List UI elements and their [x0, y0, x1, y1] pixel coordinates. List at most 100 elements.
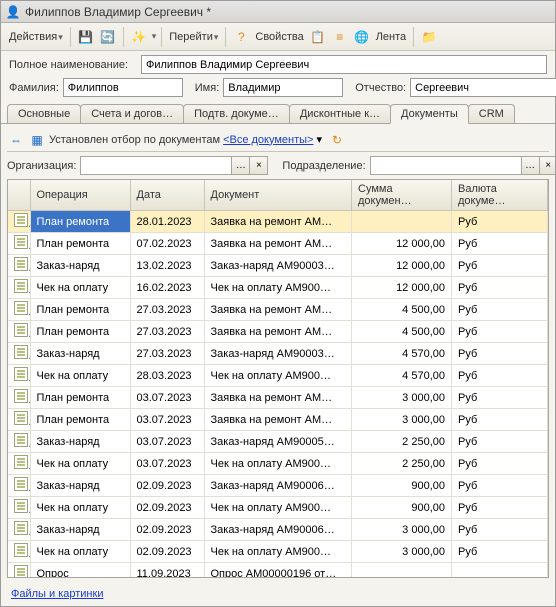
cell-currency: Руб: [452, 453, 548, 475]
cell-operation: Чек на оплату: [30, 453, 130, 475]
table-row[interactable]: Заказ-наряд02.09.2023Заказ-наряд АМ90006…: [8, 475, 548, 497]
org-clear-button[interactable]: ×: [250, 156, 268, 175]
table-row[interactable]: Заказ-наряд03.07.2023Заказ-наряд АМ90005…: [8, 431, 548, 453]
filter-scope[interactable]: <Все документы>: [223, 134, 313, 146]
cell-currency: Руб: [452, 277, 548, 299]
document-icon: [14, 345, 28, 359]
cell-date: 27.03.2023: [130, 321, 204, 343]
feed-button[interactable]: Лента: [374, 29, 408, 45]
table-row[interactable]: Чек на оплату02.09.2023Чек на оплату АМ9…: [8, 497, 548, 519]
cell-currency: Руб: [452, 497, 548, 519]
cell-date: 27.03.2023: [130, 343, 204, 365]
properties-button[interactable]: Свойства: [253, 29, 305, 45]
table-row[interactable]: Заказ-наряд27.03.2023Заказ-наряд АМ90003…: [8, 343, 548, 365]
org-label: Организация:: [7, 160, 76, 172]
org-input[interactable]: [80, 156, 232, 175]
dep-pick-button[interactable]: …: [522, 156, 540, 175]
cell-operation: Чек на оплату: [30, 541, 130, 563]
fullname-input[interactable]: [141, 55, 547, 74]
toolbar-sep: [225, 27, 226, 47]
dep-clear-button[interactable]: ×: [540, 156, 555, 175]
cell-sum: 4 570,00: [352, 343, 452, 365]
cell-document: Чек на оплату АМ900…: [204, 365, 352, 387]
documents-grid[interactable]: Операция Дата Документ Сумма докумен… Ва…: [8, 180, 548, 577]
table-row[interactable]: План ремонта03.07.2023Заявка на ремонт А…: [8, 387, 548, 409]
lines-icon[interactable]: ≡: [331, 28, 349, 46]
table-row[interactable]: Опрос11.09.2023Опрос АМ00000196 от…: [8, 563, 548, 578]
tab-documents[interactable]: Документы: [390, 104, 469, 124]
cell-currency: Руб: [452, 387, 548, 409]
firstname-input[interactable]: [223, 78, 343, 97]
chevron-down-icon[interactable]: ▾: [152, 31, 157, 42]
cell-currency: Руб: [452, 321, 548, 343]
table-row[interactable]: План ремонта03.07.2023Заявка на ремонт А…: [8, 409, 548, 431]
cell-date: 16.02.2023: [130, 277, 204, 299]
chevron-down-icon[interactable]: ▾: [316, 133, 322, 146]
table-row[interactable]: Чек на оплату16.02.2023Чек на оплату АМ9…: [8, 277, 548, 299]
col-header-icon[interactable]: [8, 180, 30, 211]
refresh-icon[interactable]: 🔄: [99, 28, 117, 46]
tab-accounts[interactable]: Счета и догов…: [80, 104, 184, 124]
cell-date: 28.03.2023: [130, 365, 204, 387]
toolbar-sep: [123, 27, 124, 47]
row-icon-cell: [8, 365, 30, 387]
row-icon-cell: [8, 409, 30, 431]
cell-operation: Чек на оплату: [30, 277, 130, 299]
cell-sum: 3 000,00: [352, 409, 452, 431]
lastname-input[interactable]: [63, 78, 183, 97]
files-link[interactable]: Файлы и картинки: [11, 588, 103, 600]
filter-icon[interactable]: ▦: [28, 131, 46, 149]
cell-document: Заказ-наряд АМ90006…: [204, 475, 352, 497]
goto-menu[interactable]: Перейти▾: [167, 29, 220, 45]
help-icon[interactable]: ?: [232, 28, 250, 46]
window: 👤 Филиппов Владимир Сергеевич * Действия…: [0, 0, 556, 607]
list-icon[interactable]: 📋: [309, 28, 327, 46]
cell-date: 03.07.2023: [130, 387, 204, 409]
cell-document: Заявка на ремонт АМ…: [204, 387, 352, 409]
folder-icon[interactable]: 📁: [420, 28, 438, 46]
table-row[interactable]: План ремонта27.03.2023Заявка на ремонт А…: [8, 299, 548, 321]
firstname-label: Имя:: [195, 82, 219, 94]
col-header-currency[interactable]: Валюта докуме…: [452, 180, 548, 211]
col-header-document[interactable]: Документ: [204, 180, 352, 211]
wizard-icon[interactable]: ✨: [130, 28, 148, 46]
col-header-operation[interactable]: Операция: [30, 180, 130, 211]
cell-sum: 3 000,00: [352, 519, 452, 541]
cell-sum: 4 500,00: [352, 321, 452, 343]
row-icon-cell: [8, 255, 30, 277]
col-header-date[interactable]: Дата: [130, 180, 204, 211]
table-row[interactable]: План ремонта27.03.2023Заявка на ремонт А…: [8, 321, 548, 343]
globe-icon[interactable]: 🌐: [353, 28, 371, 46]
cell-document: Заказ-наряд АМ90006…: [204, 519, 352, 541]
cell-sum: 12 000,00: [352, 255, 452, 277]
table-row[interactable]: Заказ-наряд13.02.2023Заказ-наряд АМ90003…: [8, 255, 548, 277]
tab-crm[interactable]: CRM: [468, 104, 515, 124]
cell-sum: 12 000,00: [352, 233, 452, 255]
cell-operation: Заказ-наряд: [30, 343, 130, 365]
row-icon-cell: [8, 387, 30, 409]
document-icon: [14, 213, 28, 227]
table-row[interactable]: План ремонта07.02.2023Заявка на ремонт А…: [8, 233, 548, 255]
cell-date: 28.01.2023: [130, 211, 204, 233]
col-header-sum[interactable]: Сумма докумен…: [352, 180, 452, 211]
actions-menu[interactable]: Действия▾: [7, 29, 65, 45]
save-icon[interactable]: 💾: [77, 28, 95, 46]
table-row[interactable]: Чек на оплату02.09.2023Чек на оплату АМ9…: [8, 541, 548, 563]
tab-main[interactable]: Основные: [7, 104, 81, 124]
cell-currency: Руб: [452, 211, 548, 233]
cell-sum: 12 000,00: [352, 277, 452, 299]
dep-input[interactable]: [370, 156, 522, 175]
filter-prefix: Установлен отбор по документам: [49, 134, 220, 146]
document-icon: [14, 433, 28, 447]
table-row[interactable]: План ремонта28.01.2023Заявка на ремонт А…: [8, 211, 548, 233]
cell-sum: 4 500,00: [352, 299, 452, 321]
tab-confirm[interactable]: Подтв. докуме…: [183, 104, 290, 124]
org-pick-button[interactable]: …: [232, 156, 250, 175]
patronymic-input[interactable]: [410, 78, 556, 97]
expand-icon[interactable]: ⇔: [7, 131, 25, 149]
table-row[interactable]: Чек на оплату28.03.2023Чек на оплату АМ9…: [8, 365, 548, 387]
tab-discount[interactable]: Дисконтные к…: [289, 104, 391, 124]
table-row[interactable]: Чек на оплату03.07.2023Чек на оплату АМ9…: [8, 453, 548, 475]
table-row[interactable]: Заказ-наряд02.09.2023Заказ-наряд АМ90006…: [8, 519, 548, 541]
rotate-icon[interactable]: ↻: [328, 131, 346, 149]
